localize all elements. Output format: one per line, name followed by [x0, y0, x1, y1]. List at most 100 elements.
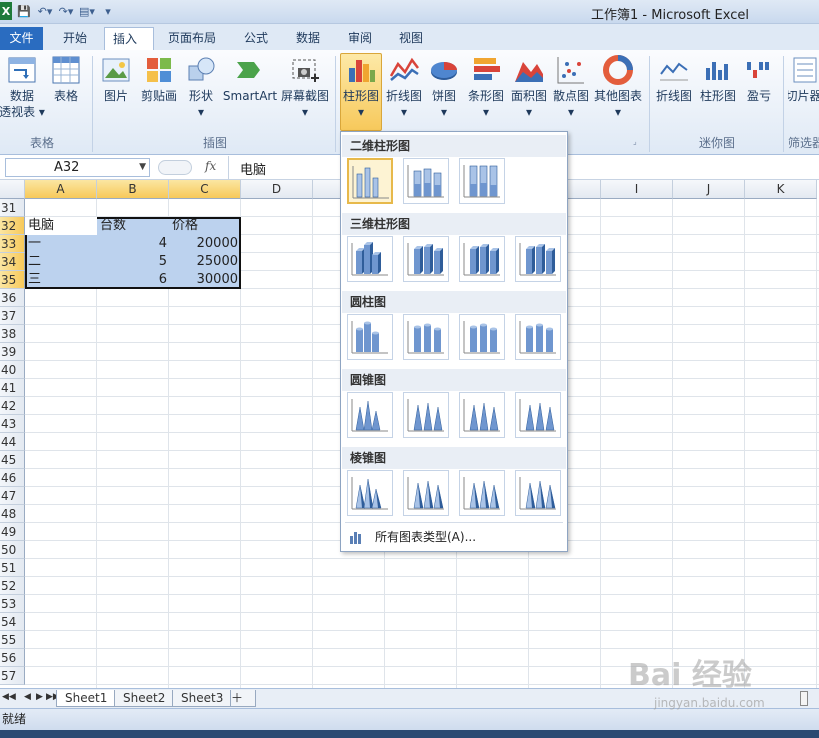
chart-type-cyl-stacked[interactable]	[403, 314, 449, 360]
formula-input[interactable]: 电脑	[240, 159, 266, 178]
smartart-button[interactable]: SmartArt	[222, 54, 278, 104]
chart-type-cone-full3d[interactable]	[515, 392, 561, 438]
sheet-tab-sheet2[interactable]: Sheet2	[114, 690, 175, 707]
row-header-47[interactable]: 47	[0, 487, 25, 505]
row-header-52[interactable]: 52	[0, 577, 25, 595]
chart-type-cyl-clustered[interactable]	[347, 314, 393, 360]
area-chart-button[interactable]: 面积图 ▾	[508, 54, 550, 120]
next-sheet-icon[interactable]: ▶	[36, 692, 43, 702]
bar-chart-button[interactable]: 条形图 ▾	[464, 54, 508, 120]
formula-bar-resize-handle[interactable]	[158, 160, 192, 175]
save-icon[interactable]: 💾	[15, 2, 33, 20]
cell-b35[interactable]: 6	[97, 271, 167, 289]
first-sheet-icon[interactable]: ◀◀	[2, 692, 16, 702]
dialog-launcher-icon[interactable]: ⌟	[633, 137, 637, 146]
chart-type-cyl-full3d[interactable]	[515, 314, 561, 360]
tab-formulas[interactable]: 公式	[236, 27, 276, 50]
chart-type-pyr-clustered[interactable]	[347, 470, 393, 516]
column-header-k[interactable]: K	[745, 180, 817, 199]
other-charts-button[interactable]: 其他图表 ▾	[594, 54, 642, 120]
row-header-50[interactable]: 50	[0, 541, 25, 559]
pivot-table-button[interactable]: 数据 透视表 ▾	[0, 54, 45, 120]
chart-type-2d-stacked[interactable]	[403, 158, 449, 204]
picture-button[interactable]: 图片	[98, 54, 134, 104]
row-header-41[interactable]: 41	[0, 379, 25, 397]
select-all-corner[interactable]	[0, 180, 25, 199]
row-header-32[interactable]: 32	[0, 217, 25, 235]
sheet-tab-sheet3[interactable]: Sheet3	[172, 690, 233, 707]
row-header-45[interactable]: 45	[0, 451, 25, 469]
row-header-35[interactable]: 35	[0, 271, 25, 289]
chart-type-cyl-percent[interactable]	[459, 314, 505, 360]
chart-type-cone-percent[interactable]	[459, 392, 505, 438]
row-header-56[interactable]: 56	[0, 649, 25, 667]
chart-type-pyr-stacked[interactable]	[403, 470, 449, 516]
cell-c33[interactable]: 20000	[169, 235, 238, 253]
cell-b34[interactable]: 5	[97, 253, 167, 271]
cell-b33[interactable]: 4	[97, 235, 167, 253]
row-header-48[interactable]: 48	[0, 505, 25, 523]
column-header-a[interactable]: A	[25, 180, 97, 199]
clipart-button[interactable]: 剪贴画	[138, 54, 180, 104]
column-header-b[interactable]: B	[97, 180, 169, 199]
row-header-34[interactable]: 34	[0, 253, 25, 271]
scatter-chart-button[interactable]: 散点图 ▾	[550, 54, 592, 120]
redo-icon[interactable]: ↷▾	[57, 2, 75, 20]
row-header-46[interactable]: 46	[0, 469, 25, 487]
chart-type-3d-stacked[interactable]	[403, 236, 449, 282]
sheet-tab-sheet1[interactable]: Sheet1	[56, 690, 117, 707]
all-chart-types-button[interactable]: 所有图表类型(A)...	[345, 526, 563, 548]
row-header-37[interactable]: 37	[0, 307, 25, 325]
row-header-31[interactable]: 31	[0, 199, 25, 217]
row-header-49[interactable]: 49	[0, 523, 25, 541]
tab-file[interactable]: 文件	[0, 27, 43, 50]
column-header-d[interactable]: D	[241, 180, 313, 199]
table-button[interactable]: 表格	[48, 54, 84, 104]
chart-type-pyr-percent[interactable]	[459, 470, 505, 516]
chart-type-cone-clustered[interactable]	[347, 392, 393, 438]
row-header-51[interactable]: 51	[0, 559, 25, 577]
chart-type-2d-clustered[interactable]	[347, 158, 393, 204]
prev-sheet-icon[interactable]: ◀	[24, 692, 31, 702]
sparkline-line-button[interactable]: 折线图	[653, 54, 695, 104]
tab-home[interactable]: 开始	[55, 27, 95, 50]
chevron-down-icon[interactable]: ▼	[139, 159, 146, 176]
tab-data[interactable]: 数据	[288, 27, 328, 50]
sparkline-winloss-button[interactable]: 盈亏	[741, 54, 777, 104]
customize-qat-icon[interactable]: ▾	[99, 2, 117, 20]
fx-icon[interactable]: fx	[205, 159, 216, 173]
tab-page-layout[interactable]: 页面布局	[160, 27, 224, 50]
row-header-43[interactable]: 43	[0, 415, 25, 433]
line-chart-button[interactable]: 折线图 ▾	[384, 54, 424, 120]
tab-view[interactable]: 视图	[391, 27, 431, 50]
row-header-40[interactable]: 40	[0, 361, 25, 379]
cell-c32[interactable]: 价格	[172, 217, 240, 235]
chart-type-3d-percent[interactable]	[459, 236, 505, 282]
column-chart-button[interactable]: 柱形图 ▾	[340, 53, 382, 131]
row-header-42[interactable]: 42	[0, 397, 25, 415]
shapes-button[interactable]: 形状 ▾	[184, 54, 218, 120]
row-header-57[interactable]: 57	[0, 667, 25, 685]
cell-c35[interactable]: 30000	[169, 271, 238, 289]
chart-type-2d-percent[interactable]	[459, 158, 505, 204]
pie-chart-button[interactable]: 饼图 ▾	[426, 54, 462, 120]
slicer-button[interactable]: 切片器	[788, 54, 819, 104]
insert-sheet-icon[interactable]: ＋	[230, 690, 256, 707]
row-header-44[interactable]: 44	[0, 433, 25, 451]
chart-type-3d-full3d[interactable]	[515, 236, 561, 282]
cell-c34[interactable]: 25000	[169, 253, 238, 271]
chart-type-pyr-full3d[interactable]	[515, 470, 561, 516]
row-header-36[interactable]: 36	[0, 289, 25, 307]
sparkline-column-button[interactable]: 柱形图	[697, 54, 739, 104]
column-header-c[interactable]: C	[169, 180, 241, 199]
screenshot-button[interactable]: 屏幕截图 ▾	[280, 54, 330, 120]
undo-icon[interactable]: ↶▾	[36, 2, 54, 20]
chart-type-cone-stacked[interactable]	[403, 392, 449, 438]
row-header-55[interactable]: 55	[0, 631, 25, 649]
cell-a32[interactable]: 电脑	[28, 217, 96, 235]
column-header-i[interactable]: I	[601, 180, 673, 199]
row-header-38[interactable]: 38	[0, 325, 25, 343]
row-header-33[interactable]: 33	[0, 235, 25, 253]
chart-type-3d-clustered[interactable]	[347, 236, 393, 282]
tab-insert[interactable]: 插入	[104, 27, 154, 50]
